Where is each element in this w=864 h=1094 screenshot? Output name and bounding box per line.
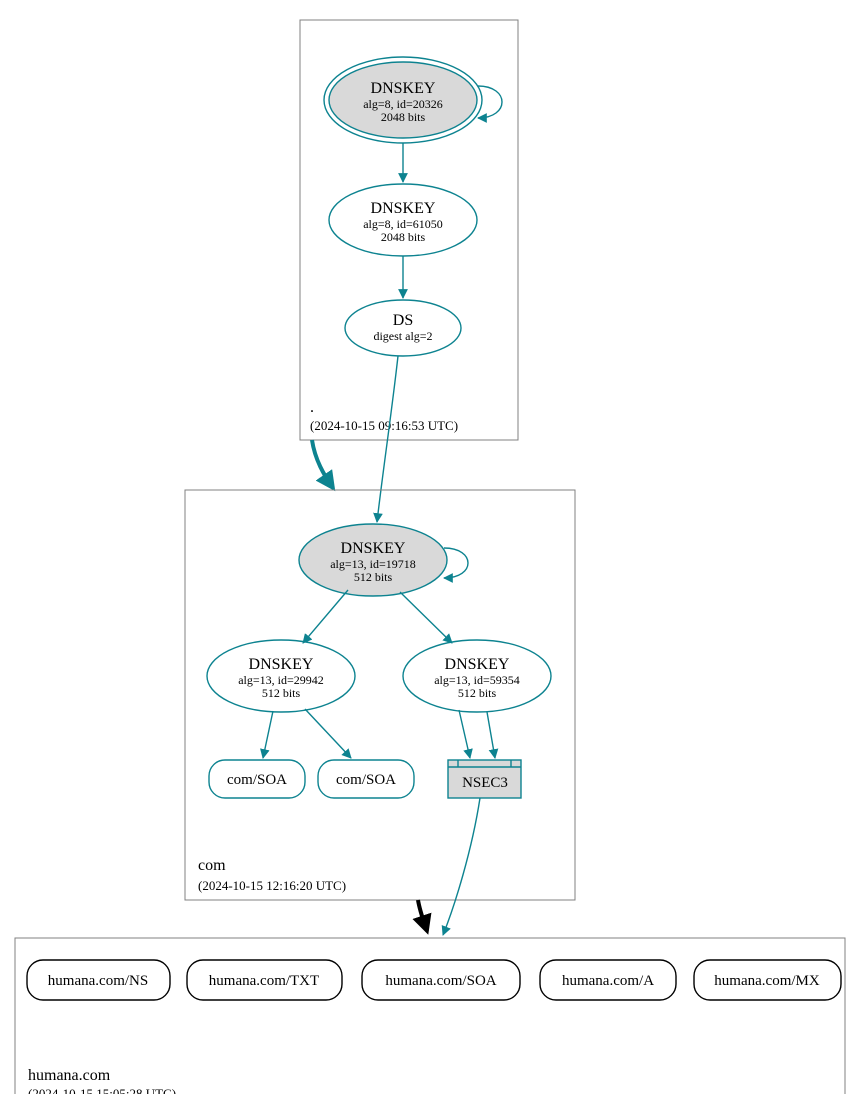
edge-com-zsk1-nsec3 (459, 710, 470, 758)
svg-text:DNSKEY: DNSKEY (371, 200, 436, 217)
svg-text:alg=13, id=29942: alg=13, id=29942 (238, 673, 324, 687)
svg-text:alg=13, id=19718: alg=13, id=19718 (330, 557, 416, 571)
node-root-ds: DS digest alg=2 (345, 300, 461, 356)
svg-text:512 bits: 512 bits (354, 570, 393, 584)
node-humana-a: humana.com/A (540, 960, 676, 1000)
svg-text:humana.com/SOA: humana.com/SOA (385, 973, 496, 989)
svg-text:DS: DS (393, 312, 413, 329)
node-com-zsk2: DNSKEY alg=13, id=59354 512 bits (403, 640, 551, 712)
edge-com-ksk-zsk1 (303, 590, 348, 643)
node-com-ksk: DNSKEY alg=13, id=19718 512 bits (299, 524, 447, 596)
svg-text:DNSKEY: DNSKEY (249, 656, 314, 673)
edge-com-ksk-zsk2 (400, 592, 452, 643)
svg-text:humana.com/TXT: humana.com/TXT (209, 973, 319, 989)
edge-delegation-root-com (312, 440, 333, 488)
node-root-ksk: DNSKEY alg=8, id=20326 2048 bits (324, 57, 482, 143)
zone-root-name: . (310, 399, 314, 416)
svg-text:DNSKEY: DNSKEY (445, 656, 510, 673)
zone-root-timestamp: (2024-10-15 09:16:53 UTC) (310, 418, 458, 433)
edge-com-zsk2-nsec3 (487, 712, 495, 758)
svg-text:humana.com/NS: humana.com/NS (48, 973, 148, 989)
node-root-zsk: DNSKEY alg=8, id=61050 2048 bits (329, 184, 477, 256)
svg-text:2048 bits: 2048 bits (381, 110, 426, 124)
zone-humana: humana.com (2024-10-15 15:05:28 UTC) hum… (15, 938, 845, 1094)
node-humana-soa: humana.com/SOA (362, 960, 520, 1000)
node-com-nsec3: NSEC3 (448, 760, 521, 798)
svg-text:humana.com/MX: humana.com/MX (714, 973, 820, 989)
edge-delegation-com-humana (418, 900, 427, 931)
svg-text:512 bits: 512 bits (262, 686, 301, 700)
zone-root: . (2024-10-15 09:16:53 UTC) DNSKEY alg=8… (300, 20, 518, 440)
dnssec-diagram: . (2024-10-15 09:16:53 UTC) DNSKEY alg=8… (0, 0, 864, 1094)
svg-text:alg=8, id=20326: alg=8, id=20326 (363, 97, 443, 111)
node-humana-txt: humana.com/TXT (187, 960, 342, 1000)
edge-root-ds-com-ksk (377, 356, 398, 522)
svg-text:2048 bits: 2048 bits (381, 230, 426, 244)
svg-text:DNSKEY: DNSKEY (371, 80, 436, 97)
edge-com-zsk1-soa1 (263, 711, 273, 758)
node-com-zsk1: DNSKEY alg=13, id=29942 512 bits (207, 640, 355, 712)
node-humana-mx: humana.com/MX (694, 960, 841, 1000)
zone-humana-name: humana.com (28, 1067, 111, 1084)
svg-text:DNSKEY: DNSKEY (341, 540, 406, 557)
svg-text:512 bits: 512 bits (458, 686, 497, 700)
node-humana-ns: humana.com/NS (27, 960, 170, 1000)
node-com-soa1: com/SOA (209, 760, 305, 798)
svg-text:alg=8, id=61050: alg=8, id=61050 (363, 217, 443, 231)
svg-text:digest alg=2: digest alg=2 (373, 329, 432, 343)
zone-com: com (2024-10-15 12:16:20 UTC) DNSKEY alg… (185, 490, 575, 900)
svg-text:humana.com/A: humana.com/A (562, 973, 654, 989)
zone-humana-timestamp: (2024-10-15 15:05:28 UTC) (28, 1086, 176, 1094)
svg-text:com/SOA: com/SOA (227, 772, 287, 788)
svg-text:com/SOA: com/SOA (336, 772, 396, 788)
svg-text:alg=13, id=59354: alg=13, id=59354 (434, 673, 520, 687)
zone-com-timestamp: (2024-10-15 12:16:20 UTC) (198, 878, 346, 893)
edge-com-zsk1-soa2 (305, 709, 351, 758)
edge-com-ksk-self (444, 548, 468, 578)
node-com-soa2: com/SOA (318, 760, 414, 798)
svg-text:NSEC3: NSEC3 (462, 775, 508, 791)
zone-com-name: com (198, 857, 226, 874)
edge-com-nsec3-humana (443, 798, 480, 935)
